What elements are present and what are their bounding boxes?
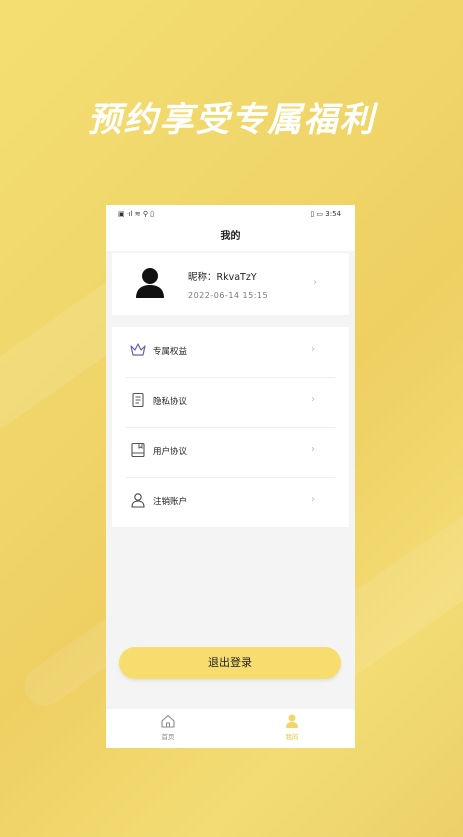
chevron-right-icon: › [311,394,315,405]
page-title: 我的 [106,223,355,251]
battery-icon: ▭ [316,210,324,218]
chevron-right-icon: › [313,277,317,288]
menu-item-label: 用户协议 [153,447,188,457]
menu-item-user-agreement[interactable]: 用户协议 › [112,427,349,477]
tab-label: 我的 [285,733,299,741]
crown-icon [130,343,146,356]
menu-item-delete-account[interactable]: 注销账户 › [112,477,349,527]
book-icon [131,442,145,458]
profile-card[interactable]: 昵称：RkvaTzY 2022-06-14 15:15 › [112,253,349,315]
chevron-right-icon: › [311,494,315,505]
menu-item-label: 注销账户 [153,497,188,507]
logout-button[interactable]: 退出登录 [119,647,341,679]
vibrate-icon: ▯ [310,210,315,218]
chevron-right-icon: › [311,344,315,355]
phone-screen: ▣ ᐧıl ≋ ⚲ ▯ ▯ ▭ 3:54 我的 昵称：RkvaTzY 2022-… [106,205,355,748]
promo-headline: 预约享受专属福利 [87,100,376,140]
menu-item-benefits[interactable]: 专属权益 › [112,327,349,377]
profile-registered-time: 2022-06-14 15:15 [188,291,269,300]
user-icon [131,493,145,508]
menu-item-label: 专属权益 [153,347,188,357]
tab-mine[interactable]: 我的 [262,713,322,741]
status-time: 3:54 [325,210,341,218]
document-icon [132,392,144,408]
profile-nickname: 昵称：RkvaTzY [188,272,257,283]
status-icons: ▣ ᐧıl ≋ ⚲ ▯ [118,210,155,218]
tab-home[interactable]: 首页 [138,713,198,741]
status-time-group: ▯ ▭ 3:54 [310,210,341,218]
chevron-right-icon: › [311,444,315,455]
menu-item-label: 隐私协议 [153,397,188,407]
profile-icon [286,714,298,728]
tab-bar: 首页 我的 [106,709,355,748]
tab-label: 首页 [161,733,175,741]
status-bar: ▣ ᐧıl ≋ ⚲ ▯ ▯ ▭ 3:54 [106,205,355,223]
avatar-icon [136,268,164,298]
menu-item-privacy[interactable]: 隐私协议 › [112,377,349,427]
home-icon [161,714,175,728]
menu-list: 专属权益 › 隐私协议 › 用户协议 › 注销账户 › [112,327,349,527]
